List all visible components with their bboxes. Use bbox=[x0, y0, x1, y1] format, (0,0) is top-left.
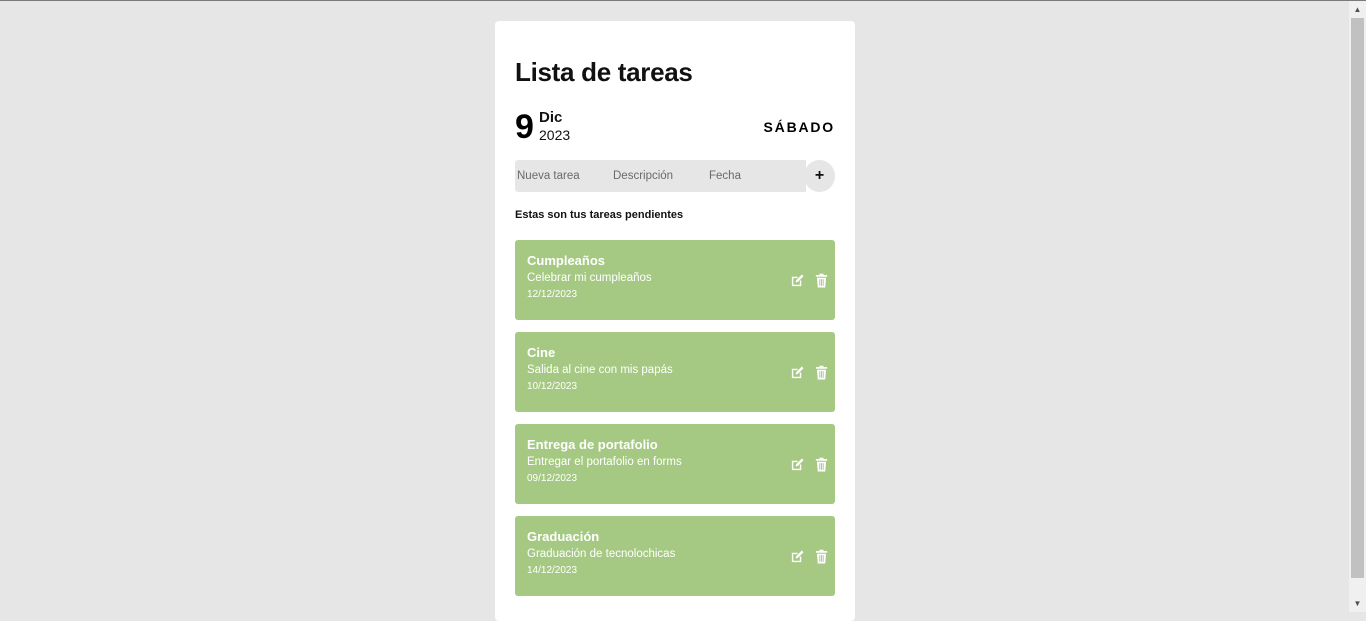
task-title: Graduación bbox=[527, 529, 600, 544]
vertical-scrollbar[interactable]: ▲ ▼ bbox=[1349, 1, 1366, 612]
edit-icon[interactable] bbox=[790, 273, 805, 288]
date-year: 2023 bbox=[539, 127, 571, 143]
task-description: Celebrar mi cumpleaños bbox=[527, 272, 652, 284]
task-date: 10/12/2023 bbox=[527, 381, 578, 392]
scrollbar-thumb[interactable] bbox=[1351, 18, 1364, 578]
edit-icon[interactable] bbox=[790, 549, 805, 564]
task-date: 09/12/2023 bbox=[527, 473, 578, 484]
trash-icon[interactable] bbox=[814, 457, 829, 472]
task-item: Graduación Graduación de tecnolochicas 1… bbox=[515, 516, 835, 596]
window-top-border bbox=[0, 0, 1366, 1]
edit-icon[interactable] bbox=[790, 457, 805, 472]
new-task-input[interactable] bbox=[515, 160, 609, 192]
trash-icon[interactable] bbox=[814, 273, 829, 288]
task-description: Entregar el portafolio en forms bbox=[527, 456, 682, 468]
task-title: Cine bbox=[527, 345, 556, 360]
task-description: Salida al cine con mis papás bbox=[527, 364, 673, 376]
task-date: 12/12/2023 bbox=[527, 289, 578, 300]
task-description: Graduación de tecnolochicas bbox=[527, 548, 676, 560]
description-input[interactable] bbox=[611, 160, 705, 192]
task-list: Cumpleaños Celebrar mi cumpleaños 12/12/… bbox=[515, 240, 835, 608]
trash-icon[interactable] bbox=[814, 365, 829, 380]
date-input[interactable] bbox=[707, 160, 803, 192]
task-title: Cumpleaños bbox=[527, 253, 606, 268]
date-month: Dic bbox=[539, 109, 563, 126]
todo-card: Lista de tareas 9 Dic 2023 SÁBADO + Esta… bbox=[495, 21, 855, 621]
date-day: 9 bbox=[515, 108, 534, 146]
task-item: Cumpleaños Celebrar mi cumpleaños 12/12/… bbox=[515, 240, 835, 320]
task-item: Cine Salida al cine con mis papás 10/12/… bbox=[515, 332, 835, 412]
scroll-down-arrow-icon[interactable]: ▼ bbox=[1349, 595, 1366, 612]
pending-tasks-label: Estas son tus tareas pendientes bbox=[515, 209, 684, 221]
edit-icon[interactable] bbox=[790, 365, 805, 380]
task-item: Entrega de portafolio Entregar el portaf… bbox=[515, 424, 835, 504]
trash-icon[interactable] bbox=[814, 549, 829, 564]
date-header: 9 Dic 2023 SÁBADO bbox=[515, 107, 835, 147]
date-weekday: SÁBADO bbox=[763, 119, 835, 135]
scroll-up-arrow-icon[interactable]: ▲ bbox=[1349, 1, 1366, 18]
task-date: 14/12/2023 bbox=[527, 565, 578, 576]
new-task-form bbox=[515, 160, 806, 192]
page-title: Lista de tareas bbox=[515, 57, 693, 87]
task-title: Entrega de portafolio bbox=[527, 437, 658, 452]
add-task-button[interactable]: + bbox=[804, 160, 835, 192]
